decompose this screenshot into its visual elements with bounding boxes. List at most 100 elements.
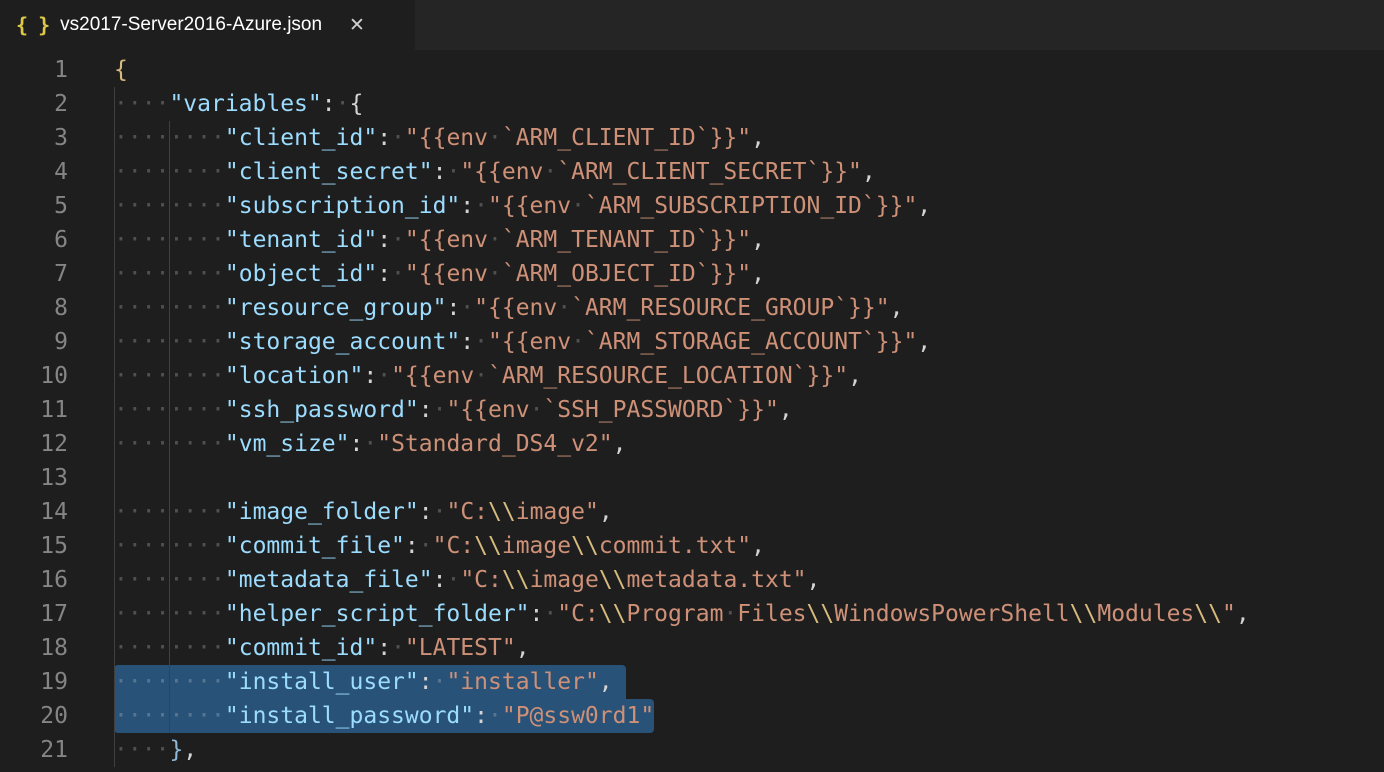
token-esc: \\ [599, 601, 627, 627]
whitespace-dot: · [197, 397, 211, 423]
whitespace-dot: · [114, 567, 128, 593]
token-punc: , [751, 533, 765, 559]
code-line[interactable]: 21····}, [0, 733, 1384, 767]
whitespace-dot: · [183, 601, 197, 627]
whitespace-dot: · [211, 125, 225, 151]
token-punc: : [446, 295, 460, 321]
token-punc: , [516, 635, 530, 661]
line-number[interactable]: 21 [0, 733, 114, 767]
line-number[interactable]: 16 [0, 563, 114, 597]
code-line[interactable]: 10········"location":·"{{env·`ARM_RESOUR… [0, 359, 1384, 393]
token-punc: , [751, 227, 765, 253]
code-line-content: ········"metadata_file":·"C:\\image\\met… [114, 563, 1384, 597]
code-line[interactable]: 18········"commit_id":·"LATEST", [0, 631, 1384, 665]
line-number[interactable]: 19 [0, 665, 114, 699]
line-number[interactable]: 17 [0, 597, 114, 631]
whitespace-dot: · [169, 227, 183, 253]
token-key: "storage_account" [225, 329, 460, 355]
whitespace-dot: · [488, 703, 502, 729]
line-number[interactable]: 8 [0, 291, 114, 325]
line-number[interactable]: 11 [0, 393, 114, 427]
line-number[interactable]: 9 [0, 325, 114, 359]
whitespace-dot: · [183, 703, 197, 729]
tab-vs2017-server2016-azure-json[interactable]: { } vs2017-Server2016-Azure.json ✕ [0, 0, 415, 50]
line-number[interactable]: 7 [0, 257, 114, 291]
token-key: "metadata_file" [225, 567, 433, 593]
line-number[interactable]: 5 [0, 189, 114, 223]
close-tab-icon[interactable]: ✕ [346, 14, 368, 37]
whitespace-dot: · [142, 635, 156, 661]
token-str: "LATEST" [405, 635, 516, 661]
code-line-content: ········"ssh_password":·"{{env·`SSH_PASS… [114, 393, 1384, 427]
token-str: Program [626, 601, 723, 627]
whitespace-dot: · [543, 601, 557, 627]
whitespace-dot: · [197, 703, 211, 729]
line-number[interactable]: 13 [0, 461, 114, 495]
line-number[interactable]: 14 [0, 495, 114, 529]
whitespace-dot: · [571, 329, 585, 355]
line-number[interactable]: 2 [0, 87, 114, 121]
whitespace-dot: · [197, 227, 211, 253]
whitespace-dot: · [128, 703, 142, 729]
whitespace-dot: · [183, 431, 197, 457]
token-str: "installer" [446, 669, 598, 695]
code-line[interactable]: 11········"ssh_password":·"{{env·`SSH_PA… [0, 393, 1384, 427]
token-b1: { [114, 57, 128, 83]
code-line[interactable]: 2····"variables":·{ [0, 87, 1384, 121]
whitespace-dot: · [169, 329, 183, 355]
code-line[interactable]: 16········"metadata_file":·"C:\\image\\m… [0, 563, 1384, 597]
line-number[interactable]: 1 [0, 53, 114, 87]
line-number[interactable]: 6 [0, 223, 114, 257]
whitespace-dot: · [114, 125, 128, 151]
whitespace-dot: · [128, 397, 142, 423]
code-line[interactable]: 14········"image_folder":·"C:\\image", [0, 495, 1384, 529]
line-number[interactable]: 12 [0, 427, 114, 461]
whitespace-dot: · [156, 91, 170, 117]
token-punc: : [460, 329, 474, 355]
line-number[interactable]: 18 [0, 631, 114, 665]
code-line[interactable]: 8········"resource_group":·"{{env·`ARM_R… [0, 291, 1384, 325]
line-number[interactable]: 4 [0, 155, 114, 189]
whitespace-dot: · [128, 329, 142, 355]
whitespace-dot: · [211, 499, 225, 525]
code-line[interactable]: 20········"install_password":·"P@ssw0rd1… [0, 699, 1384, 733]
whitespace-dot: · [142, 499, 156, 525]
token-punc: : [433, 567, 447, 593]
code-line[interactable]: 3········"client_id":·"{{env·`ARM_CLIENT… [0, 121, 1384, 155]
code-line[interactable]: 1{ [0, 53, 1384, 87]
code-line[interactable]: 12········"vm_size":·"Standard_DS4_v2", [0, 427, 1384, 461]
whitespace-dot: · [156, 261, 170, 287]
token-punc: : [377, 261, 391, 287]
whitespace-dot: · [197, 261, 211, 287]
code-line[interactable]: 5········"subscription_id":·"{{env·`ARM_… [0, 189, 1384, 223]
code-line[interactable]: 17········"helper_script_folder":·"C:\\P… [0, 597, 1384, 631]
whitespace-dot: · [211, 533, 225, 559]
whitespace-dot: · [183, 669, 197, 695]
code-line[interactable]: 7········"object_id":·"{{env·`ARM_OBJECT… [0, 257, 1384, 291]
whitespace-dot: · [128, 295, 142, 321]
line-number[interactable]: 20 [0, 699, 114, 733]
code-line[interactable]: 15········"commit_file":·"C:\\image\\com… [0, 529, 1384, 563]
whitespace-dot: · [169, 533, 183, 559]
code-line[interactable]: 13 [0, 461, 1384, 495]
token-punc: : [433, 159, 447, 185]
code-line-content: ········"image_folder":·"C:\\image", [114, 495, 1384, 529]
code-line[interactable]: 4········"client_secret":·"{{env·`ARM_CL… [0, 155, 1384, 189]
whitespace-dot: · [114, 635, 128, 661]
code-line[interactable]: 6········"tenant_id":·"{{env·`ARM_TENANT… [0, 223, 1384, 257]
whitespace-dot: · [128, 669, 142, 695]
code-line[interactable]: 9········"storage_account":·"{{env·`ARM_… [0, 325, 1384, 359]
line-number[interactable]: 3 [0, 121, 114, 155]
token-key: "tenant_id" [225, 227, 377, 253]
token-key: "location" [225, 363, 363, 389]
token-punc: , [599, 669, 613, 695]
whitespace-dot: · [169, 567, 183, 593]
line-number[interactable]: 15 [0, 529, 114, 563]
whitespace-dot: · [197, 193, 211, 219]
whitespace-dot: · [474, 193, 488, 219]
code-line[interactable]: 19········"install_user":·"installer", [0, 665, 1384, 699]
token-punc: , [751, 125, 765, 151]
whitespace-dot: · [197, 363, 211, 389]
line-number[interactable]: 10 [0, 359, 114, 393]
whitespace-dot: · [183, 533, 197, 559]
